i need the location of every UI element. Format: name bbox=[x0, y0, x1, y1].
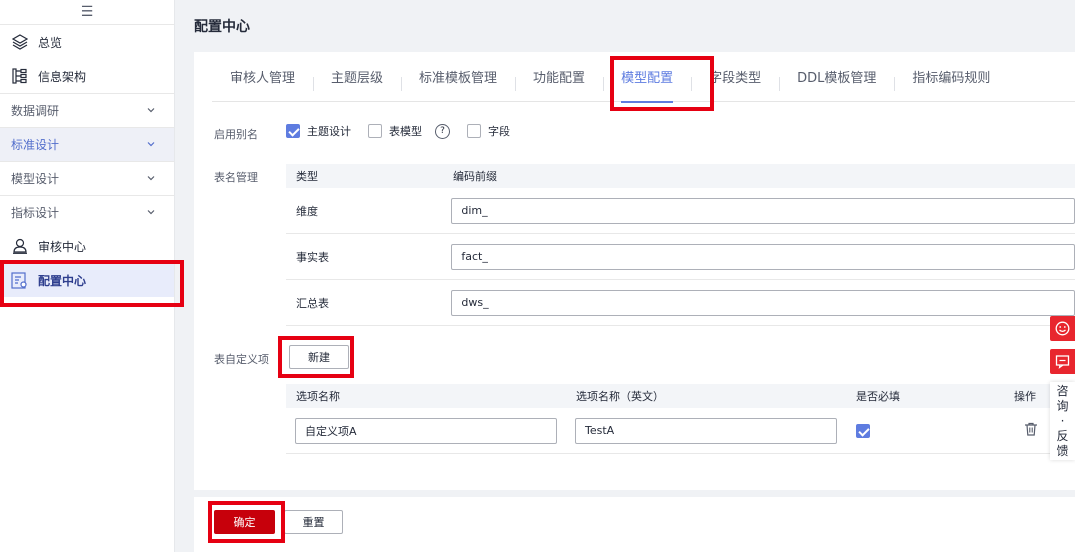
sidebar-item-config-center[interactable]: 配置中心 bbox=[0, 263, 174, 297]
alias-label: 启用别名 bbox=[214, 128, 258, 141]
column-header-name: 选项名称 bbox=[296, 390, 340, 403]
option-label: 主题设计 bbox=[307, 125, 351, 138]
tab-field-type[interactable]: 字段类型 bbox=[691, 52, 779, 102]
table-row: 事实表 fact_ bbox=[286, 234, 1075, 280]
chevron-down-icon bbox=[147, 210, 155, 215]
menu-toggle-icon[interactable]: ☰ bbox=[0, 0, 174, 25]
column-header-type: 类型 bbox=[296, 170, 318, 183]
table-row: 汇总表 dws_ bbox=[286, 280, 1075, 326]
sidebar-item-info-architecture[interactable]: 信息架构 bbox=[0, 59, 174, 93]
sidebar-group-model-design[interactable]: 模型设计 bbox=[0, 161, 174, 195]
row-type: 事实表 bbox=[296, 250, 329, 264]
alias-option-field[interactable]: 字段 bbox=[467, 123, 510, 139]
table-row: 自定义项A TestA bbox=[286, 408, 1075, 454]
float-chat-button[interactable] bbox=[1050, 349, 1075, 374]
sidebar-item-label: 数据调研 bbox=[11, 104, 60, 118]
sidebar-item-label: 标准设计 bbox=[11, 138, 60, 152]
sidebar-item-label: 总览 bbox=[38, 35, 63, 50]
column-header-required: 是否必填 bbox=[856, 390, 900, 403]
column-header-actions: 操作 bbox=[1014, 390, 1036, 403]
prefix-input[interactable]: fact_ bbox=[451, 243, 1075, 270]
alias-options: 主题设计 表模型 ? 字段 bbox=[286, 123, 527, 139]
alias-option-table-model[interactable]: 表模型 bbox=[368, 123, 422, 139]
option-name-en-input[interactable]: TestA bbox=[575, 417, 837, 444]
checkbox[interactable] bbox=[368, 124, 382, 138]
tab-metric-code-rule[interactable]: 指标编码规则 bbox=[894, 52, 1008, 102]
tab-subject-level[interactable]: 主题层级 bbox=[313, 52, 401, 102]
tab-bar: 审核人管理 主题层级 标准模板管理 功能配置 模型配置 字段类型 DDL模板管理… bbox=[212, 52, 1075, 103]
required-checkbox[interactable] bbox=[856, 423, 870, 438]
feedback-char: 咨 bbox=[1056, 383, 1069, 398]
column-header-name-en: 选项名称（英文） bbox=[576, 390, 664, 403]
tree-icon bbox=[11, 68, 28, 85]
delete-icon[interactable] bbox=[1006, 422, 1038, 439]
consult-feedback-button[interactable]: 咨 询 · 反 馈 bbox=[1050, 382, 1075, 460]
custom-items-label: 表自定义项 bbox=[214, 353, 269, 366]
sidebar-item-review-center[interactable]: 审核中心 bbox=[0, 229, 174, 263]
custom-items-table: 选项名称 选项名称（英文） 是否必填 操作 自定义项A TestA bbox=[286, 384, 1075, 454]
checkbox[interactable] bbox=[467, 124, 481, 138]
float-service-button[interactable] bbox=[1050, 316, 1075, 341]
sidebar-item-label: 指标设计 bbox=[11, 206, 60, 220]
sidebar-item-label: 信息架构 bbox=[38, 69, 87, 84]
feedback-char: 反 bbox=[1056, 428, 1069, 443]
tab-ddl-template[interactable]: DDL模板管理 bbox=[779, 52, 894, 102]
smile-icon bbox=[1050, 316, 1075, 341]
config-card: 审核人管理 主题层级 标准模板管理 功能配置 模型配置 字段类型 DDL模板管理… bbox=[194, 52, 1075, 490]
sidebar-item-label: 模型设计 bbox=[11, 172, 60, 186]
chevron-down-icon bbox=[147, 142, 155, 147]
chat-icon bbox=[1050, 349, 1075, 374]
option-label: 表模型 bbox=[389, 125, 422, 138]
page-title: 配置中心 bbox=[194, 19, 250, 35]
alias-option-subject[interactable]: 主题设计 bbox=[286, 123, 351, 139]
confirm-button[interactable]: 确定 bbox=[214, 510, 275, 534]
checkbox[interactable] bbox=[286, 124, 300, 138]
row-type: 维度 bbox=[296, 204, 318, 218]
tab-reviewer-management[interactable]: 审核人管理 bbox=[212, 52, 313, 102]
row-type: 汇总表 bbox=[296, 296, 329, 310]
table-row: 维度 dim_ bbox=[286, 188, 1075, 234]
user-stamp-icon bbox=[11, 238, 28, 255]
option-name-input[interactable]: 自定义项A bbox=[295, 417, 557, 444]
chevron-down-icon bbox=[147, 176, 155, 181]
sidebar: ☰ 总览 信息架构 数据调研 标准设计 模型设计 指标设计 审核中心 配置中心 bbox=[0, 0, 175, 552]
new-button[interactable]: 新建 bbox=[289, 345, 349, 369]
chevron-down-icon bbox=[147, 108, 155, 113]
table-name-table: 类型 编码前缀 维度 dim_ 事实表 fact_ 汇总表 dws_ bbox=[286, 164, 1075, 326]
tab-model-config[interactable]: 模型配置 bbox=[603, 52, 691, 103]
tab-function-config[interactable]: 功能配置 bbox=[515, 52, 603, 102]
option-label: 字段 bbox=[488, 125, 510, 138]
tab-standard-template[interactable]: 标准模板管理 bbox=[401, 52, 515, 102]
reset-button[interactable]: 重置 bbox=[284, 510, 343, 534]
feedback-char: 馈 bbox=[1056, 443, 1069, 458]
config-icon bbox=[11, 271, 28, 289]
feedback-char: 询 bbox=[1056, 398, 1069, 413]
sidebar-item-overview[interactable]: 总览 bbox=[0, 25, 174, 59]
column-header-prefix: 编码前缀 bbox=[453, 170, 497, 183]
form-footer: 确定 重置 bbox=[194, 497, 1075, 552]
table-header: 类型 编码前缀 bbox=[286, 164, 1075, 188]
table-header: 选项名称 选项名称（英文） 是否必填 操作 bbox=[286, 384, 1075, 408]
sidebar-item-label: 审核中心 bbox=[38, 239, 87, 254]
prefix-input[interactable]: dim_ bbox=[451, 197, 1075, 224]
sidebar-group-metric-design[interactable]: 指标设计 bbox=[0, 195, 174, 229]
sidebar-item-label: 配置中心 bbox=[38, 273, 87, 288]
table-name-label: 表名管理 bbox=[214, 171, 258, 184]
sidebar-group-data-research[interactable]: 数据调研 bbox=[0, 93, 174, 127]
help-icon[interactable]: ? bbox=[435, 123, 450, 139]
sidebar-group-standard-design[interactable]: 标准设计 bbox=[0, 127, 174, 161]
feedback-char: · bbox=[1060, 413, 1065, 428]
prefix-input[interactable]: dws_ bbox=[451, 289, 1075, 316]
layers-icon bbox=[11, 34, 28, 51]
